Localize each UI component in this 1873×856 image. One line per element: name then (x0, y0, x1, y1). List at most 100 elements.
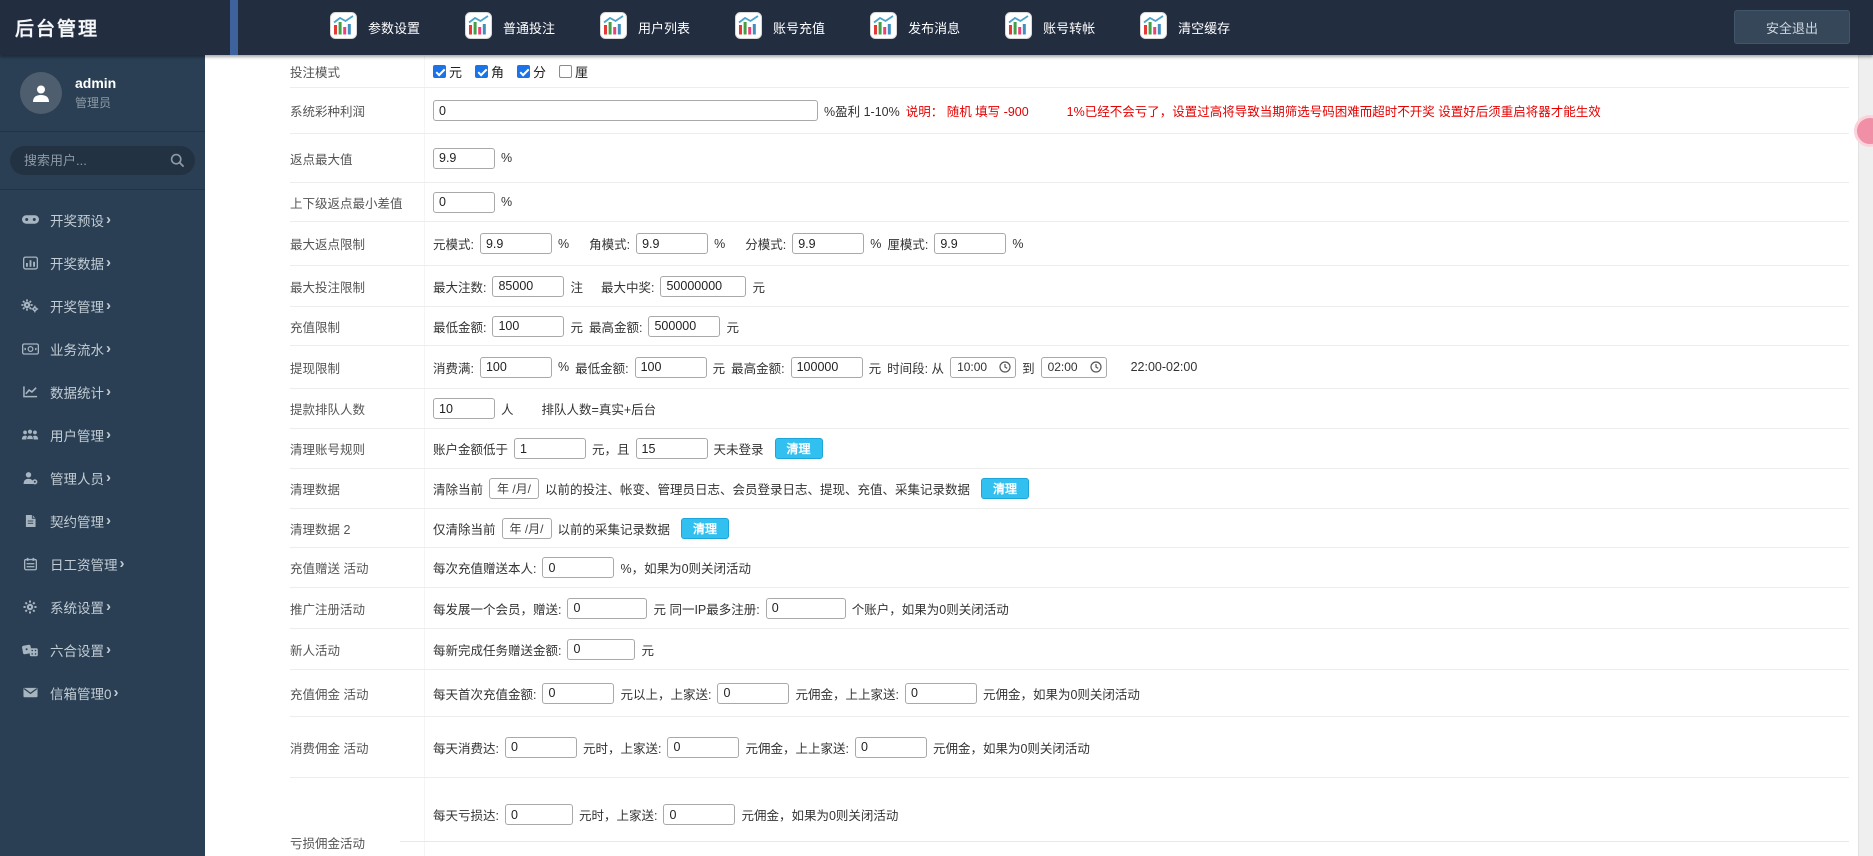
sidebar-item-2[interactable]: 开奖管理 › (0, 284, 205, 327)
sidebar-item-label: 六合设置 (50, 643, 104, 659)
chevron-right-icon: › (106, 383, 111, 400)
clean-account-rule-input-3[interactable] (635, 438, 708, 459)
bet-mode-checkbox-0[interactable]: 元 (433, 62, 462, 81)
field-text: 元 (712, 361, 726, 376)
withdraw-limit-input-4[interactable] (634, 356, 707, 378)
chart-icon (330, 11, 357, 44)
sidebar-item-3[interactable]: 业务流水 › (0, 327, 205, 370)
sidebar-item-label: 日工资管理 (50, 557, 118, 573)
topnav-item-3[interactable]: 账号充值 (735, 11, 825, 44)
system-lottery-profit-label: 系统彩种利润 (290, 88, 425, 133)
consume-commission-activity-input-5[interactable] (854, 736, 927, 758)
sidebar: admin 管理员 开奖预设›开奖数据›开奖管理›业务流水›数据统计›用户管理›… (0, 55, 205, 856)
field-text: 最低金额: (575, 361, 629, 376)
topnav-item-4[interactable]: 发布消息 (870, 11, 960, 44)
field-text: 元 (726, 320, 739, 335)
rebate-max-input-0[interactable] (433, 147, 495, 169)
withdraw-limit-time-input-12[interactable]: 02:00 (1040, 356, 1107, 378)
clean-data-controls: 清除当前年 /月/以前的投注、帐变、管理员日志、会员登录日志、提现、充值、采集记… (425, 478, 1849, 499)
form-row-max-rebate-limit: 最大返点限制元模式:% 角模式:% 分模式:% 厘模式:% (290, 222, 1849, 266)
clean-account-rule-input-1[interactable] (514, 438, 587, 459)
recharge-commission-activity-input-1[interactable] (542, 682, 615, 704)
loss-commission-activity-input-3[interactable] (663, 804, 736, 825)
recharge-limit-input-1[interactable] (492, 315, 565, 337)
sidebar-item-4[interactable]: 数据统计 › (0, 370, 205, 413)
sidebar-item-label: 开奖预设 (50, 213, 104, 229)
consume-commission-activity-input-1[interactable] (504, 736, 577, 758)
field-text: 时间段: 从 (887, 361, 945, 376)
max-rebate-limit-input-5[interactable] (636, 233, 709, 254)
system-lottery-profit-input-0[interactable] (433, 100, 818, 121)
bet-mode-checkbox-3[interactable]: 厘 (559, 62, 588, 81)
topnav-item-2[interactable]: 用户列表 (600, 11, 691, 44)
rebate-min-diff-input-0[interactable] (433, 191, 495, 213)
max-rebate-limit-label: 最大返点限制 (290, 222, 425, 265)
withdraw-limit-time-input-10[interactable]: 10:00 (950, 356, 1017, 378)
sidebar-item-7[interactable]: 契约管理 › (0, 499, 205, 542)
field-text: % (714, 236, 726, 251)
sidebar-item-0[interactable]: 开奖预设 › (0, 198, 205, 241)
clean-data-date-input[interactable]: 年 /月/ (489, 478, 540, 499)
users-icon (17, 428, 43, 441)
form-row-promo-register-activity: 推广注册活动每发展一个会员，赠送: 元 同一IP最多注册: 个账户，如果为0则关闭活… (290, 588, 1849, 629)
field-text: 元 (752, 280, 765, 295)
withdraw-queue-input-0[interactable] (433, 398, 495, 419)
topnav-item-5[interactable]: 账号转帐 (1005, 11, 1095, 44)
form-row-consume-commission-activity: 消费佣金 活动每天消费达: 元时，上家送: 元佣金，上上家送: 元佣金，如果为0则关闭… (290, 717, 1849, 778)
max-bet-limit-input-5[interactable] (660, 275, 747, 297)
clean-data-2-clean-button[interactable]: 清理 (681, 517, 730, 539)
rebate-max-controls: % (425, 147, 1849, 169)
withdraw-limit-input-1[interactable] (479, 356, 552, 378)
field-text: 元以上，上家送: (620, 687, 712, 702)
admin-user-icon (17, 471, 43, 485)
max-rebate-limit-input-1[interactable] (479, 233, 552, 254)
topnav-item-label: 用户列表 (638, 21, 691, 36)
bet-mode-checkbox-1[interactable]: 角 (475, 62, 504, 81)
sidebar-item-10[interactable]: 六合设置 › (0, 628, 205, 671)
clean-data-2-label: 清理数据 2 (290, 509, 425, 547)
field-text: 最高金额: (731, 361, 785, 376)
sidebar-item-5[interactable]: 用户管理 › (0, 413, 205, 456)
newbie-activity-label: 新人活动 (290, 629, 425, 669)
field-text: 到 (1022, 361, 1035, 376)
topnav-item-0[interactable]: 参数设置 (330, 11, 420, 44)
clean-account-rule-label: 清理账号规则 (290, 429, 425, 468)
recharge-commission-activity-input-5[interactable] (904, 682, 977, 704)
topnav-item-6[interactable]: 清空缓存 (1140, 11, 1230, 44)
loss-commission-activity-input-1[interactable] (504, 804, 573, 825)
clean-data-2-date-input[interactable]: 年 /月/ (501, 517, 552, 539)
sidebar-item-6[interactable]: 管理人员 › (0, 456, 205, 499)
topnav-item-1[interactable]: 普通投注 (465, 11, 555, 44)
floating-pink-badge[interactable] (1854, 115, 1873, 147)
recharge-gift-activity-input-1[interactable] (542, 557, 615, 578)
sidebar-item-8[interactable]: 日工资管理 › (0, 542, 205, 585)
warning-text: 说明： 随机 填写 -900 (905, 105, 1029, 119)
form-row-system-lottery-profit: 系统彩种利润 %盈利 1-10% 说明： 随机 填写 -900 1%已经不会亏了，设置… (290, 88, 1849, 134)
field-text: 元时，上家送: (578, 809, 658, 823)
chevron-right-icon: › (113, 684, 119, 701)
promo-register-activity-input-3[interactable] (765, 597, 846, 619)
bet-mode-checkbox-2[interactable]: 分 (517, 62, 546, 81)
sidebar-item-11[interactable]: 信箱管理0 › (0, 671, 205, 714)
max-rebate-limit-controls: 元模式:% 角模式:% 分模式:% 厘模式:% (425, 233, 1849, 254)
loss-commission-activity-controls: 每天亏损达: 元时，上家送: 元佣金，如果为0则关闭活动 (425, 778, 1849, 825)
logout-button[interactable]: 安全退出 (1734, 10, 1850, 44)
search-icon[interactable] (170, 153, 185, 173)
clean-data-clean-button[interactable]: 清理 (981, 478, 1030, 499)
sidebar-item-1[interactable]: 开奖数据 › (0, 241, 205, 284)
scrollbar-track[interactable] (1858, 55, 1873, 856)
max-rebate-limit-input-9[interactable] (792, 233, 865, 254)
accent-strip (230, 0, 238, 55)
max-bet-limit-input-1[interactable] (492, 275, 565, 297)
consume-commission-activity-input-3[interactable] (667, 736, 740, 758)
gear-icon (17, 600, 43, 614)
max-rebate-limit-input-12[interactable] (934, 233, 1007, 254)
clean-account-rule-clean-button[interactable]: 清理 (774, 438, 823, 459)
newbie-activity-input-1[interactable] (567, 638, 636, 660)
withdraw-limit-input-7[interactable] (790, 356, 863, 378)
sidebar-item-9[interactable]: 系统设置 › (0, 585, 205, 628)
search-input[interactable] (10, 146, 195, 175)
promo-register-activity-input-1[interactable] (567, 597, 648, 619)
recharge-limit-input-4[interactable] (648, 315, 721, 337)
recharge-commission-activity-input-3[interactable] (717, 682, 790, 704)
